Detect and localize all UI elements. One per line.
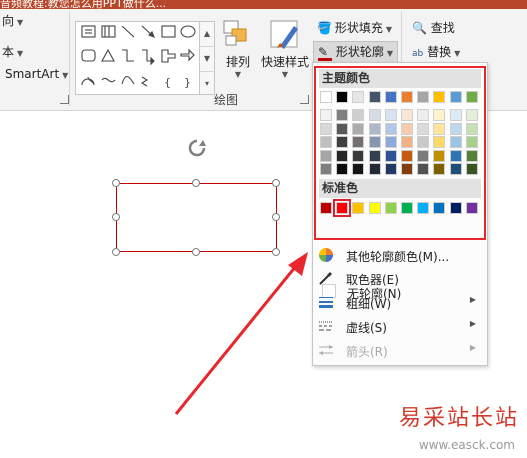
theme-shade-swatch[interactable]	[384, 109, 397, 121]
theme-shade-swatch[interactable]	[433, 163, 446, 175]
submenu-arrow-icon: ▶	[469, 295, 476, 304]
theme-shade-swatch[interactable]	[465, 109, 478, 121]
dashes-item[interactable]: 虚线(S) ▶	[314, 315, 486, 338]
theme-shade-swatch[interactable]	[417, 109, 430, 121]
theme-colors-title: 主题颜色	[319, 69, 481, 88]
theme-shade-swatch[interactable]	[449, 149, 462, 162]
submenu-arrow-icon: ▶	[469, 319, 476, 328]
theme-shade-swatch[interactable]	[401, 163, 413, 175]
standard-color-swatch[interactable]	[433, 202, 446, 214]
theme-shade-swatch[interactable]	[449, 122, 462, 135]
standard-color-swatch[interactable]	[401, 202, 413, 214]
theme-shade-swatch[interactable]	[336, 136, 349, 148]
line-weight-icon	[319, 297, 333, 308]
theme-shade-swatch[interactable]	[320, 163, 332, 175]
theme-color-swatch[interactable]	[465, 91, 478, 103]
theme-shade-swatch[interactable]	[465, 122, 478, 135]
theme-shade-swatch[interactable]	[465, 149, 478, 162]
standard-color-swatch[interactable]	[320, 202, 332, 214]
theme-shade-swatch[interactable]	[368, 163, 381, 175]
theme-shade-swatch[interactable]	[433, 136, 446, 148]
arrows-icon	[319, 345, 333, 355]
theme-shade-swatch[interactable]	[417, 122, 430, 135]
theme-shade-swatch[interactable]	[336, 122, 349, 135]
theme-shade-swatch[interactable]	[320, 149, 332, 162]
theme-shade-swatch[interactable]	[433, 122, 446, 135]
standard-color-swatch[interactable]	[417, 202, 430, 214]
theme-shade-swatch[interactable]	[352, 163, 365, 175]
theme-shade-swatch[interactable]	[352, 109, 365, 121]
theme-shade-swatch[interactable]	[401, 109, 413, 121]
theme-shade-swatch[interactable]	[401, 136, 413, 148]
theme-shade-swatch[interactable]	[368, 122, 381, 135]
theme-shade-swatch[interactable]	[368, 109, 381, 121]
theme-color-swatch[interactable]	[320, 91, 332, 103]
theme-color-swatch[interactable]	[352, 91, 365, 103]
theme-shade-swatch[interactable]	[352, 149, 365, 162]
watermark-url: www.easck.com	[418, 438, 515, 452]
theme-shade-swatch[interactable]	[433, 109, 446, 121]
eyedropper-item[interactable]: 取色器(E)	[314, 267, 486, 290]
theme-shade-swatch[interactable]	[449, 163, 462, 175]
eyedropper-icon	[319, 272, 332, 285]
theme-shade-swatch[interactable]	[465, 136, 478, 148]
more-outline-colors-item[interactable]: 其他轮廓颜色(M)...	[314, 244, 486, 267]
theme-shade-swatch[interactable]	[401, 122, 413, 135]
theme-shade-swatch[interactable]	[465, 163, 478, 175]
theme-shade-swatch[interactable]	[352, 136, 365, 148]
theme-color-swatch[interactable]	[417, 91, 430, 103]
standard-color-swatch[interactable]	[449, 202, 462, 214]
theme-shade-swatch[interactable]	[368, 136, 381, 148]
theme-shade-swatch[interactable]	[336, 149, 349, 162]
theme-color-swatch[interactable]	[401, 91, 413, 103]
theme-color-swatch[interactable]	[384, 91, 397, 103]
theme-shade-swatch[interactable]	[449, 136, 462, 148]
standard-color-swatch[interactable]	[352, 202, 365, 214]
theme-color-swatch[interactable]	[449, 91, 462, 103]
theme-color-swatch[interactable]	[368, 91, 381, 103]
theme-shade-swatch[interactable]	[336, 163, 349, 175]
theme-shade-swatch[interactable]	[320, 122, 332, 135]
theme-shade-swatch[interactable]	[401, 149, 413, 162]
theme-shade-swatch[interactable]	[417, 136, 430, 148]
theme-shade-swatch[interactable]	[320, 109, 332, 121]
standard-color-swatch[interactable]	[333, 199, 352, 217]
theme-shade-swatch[interactable]	[384, 122, 397, 135]
theme-shade-swatch[interactable]	[384, 136, 397, 148]
standard-colors-title: 标准色	[319, 179, 481, 198]
theme-color-swatch[interactable]	[336, 91, 349, 103]
theme-shade-swatch[interactable]	[384, 163, 397, 175]
theme-shade-swatch[interactable]	[384, 149, 397, 162]
color-wheel-icon	[319, 248, 333, 262]
standard-color-swatch[interactable]	[384, 202, 397, 214]
dash-line-icon	[319, 321, 333, 331]
theme-shade-swatch[interactable]	[417, 163, 430, 175]
theme-shade-swatch[interactable]	[352, 122, 365, 135]
submenu-arrow-icon: ▶	[469, 343, 476, 352]
theme-shade-swatch[interactable]	[368, 149, 381, 162]
standard-color-swatch[interactable]	[368, 202, 381, 214]
theme-shade-swatch[interactable]	[449, 109, 462, 121]
theme-shade-swatch[interactable]	[336, 109, 349, 121]
arrows-item[interactable]: 箭头(R) ▶	[314, 339, 486, 362]
theme-shade-swatch[interactable]	[320, 136, 332, 148]
theme-color-swatch[interactable]	[433, 91, 446, 103]
watermark-brand: 易采站长站	[398, 406, 519, 431]
theme-shade-swatch[interactable]	[433, 149, 446, 162]
theme-shade-swatch[interactable]	[417, 149, 430, 162]
weight-item[interactable]: 粗细(W) ▶	[314, 291, 486, 314]
shape-outline-menu: 主题颜色 标准色 无轮廓(N) 其他轮廓颜色(M)... 取色器(E) 粗细(W…	[312, 62, 488, 366]
standard-color-swatch[interactable]	[465, 202, 478, 214]
